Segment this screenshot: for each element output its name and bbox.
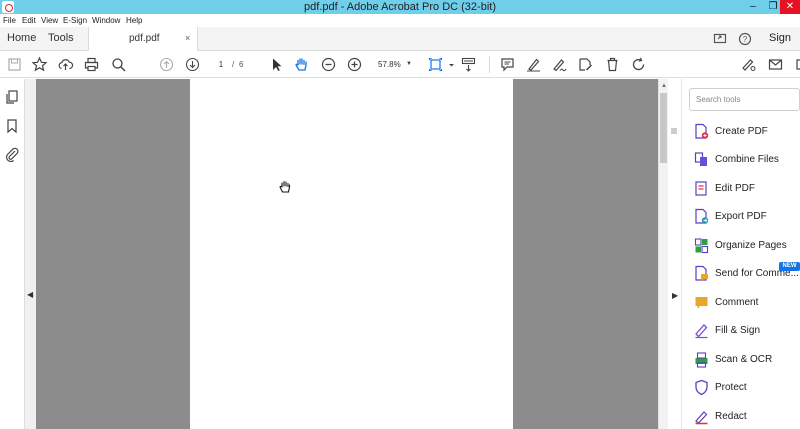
tool-redact[interactable]: Redact <box>690 405 800 429</box>
zoom-out-icon[interactable] <box>320 56 337 73</box>
page-total-count: 6 <box>239 60 244 69</box>
zoom-level-dropdown[interactable]: 57.8% ▼ <box>370 57 416 72</box>
delete-icon[interactable] <box>604 56 621 73</box>
document-tab-label: pdf.pdf <box>129 33 160 44</box>
highlight-pen-icon[interactable] <box>525 56 542 73</box>
tool-fill-sign[interactable]: Fill & Sign <box>690 319 800 343</box>
fill-sign-icon <box>694 322 709 339</box>
share-screen-icon[interactable] <box>713 32 727 46</box>
tool-export-pdf[interactable]: Export PDF <box>690 205 800 229</box>
more-tools-icon[interactable] <box>791 56 800 73</box>
send-for-comment-icon <box>694 265 709 282</box>
tab-home[interactable]: Home <box>7 27 36 50</box>
next-page-icon[interactable] <box>184 56 201 73</box>
chevron-down-icon: ▼ <box>406 61 412 67</box>
tool-label: Organize Pages <box>715 240 787 251</box>
print-icon[interactable] <box>83 56 100 73</box>
sign-pen-icon[interactable] <box>551 56 568 73</box>
tool-label: Fill & Sign <box>715 325 761 336</box>
export-pdf-icon <box>694 208 709 225</box>
tool-edit-pdf[interactable]: Edit PDF <box>690 177 800 201</box>
menu-view[interactable]: View <box>41 14 58 27</box>
pdf-page[interactable] <box>190 79 513 429</box>
tool-organize-pages[interactable]: Organize Pages <box>690 234 800 258</box>
fit-page-caret-icon[interactable] <box>443 56 454 73</box>
rotate-icon[interactable] <box>630 56 647 73</box>
attachments-icon[interactable] <box>4 146 20 163</box>
select-cursor-icon[interactable] <box>268 56 285 73</box>
save-icon[interactable] <box>6 56 23 73</box>
tool-scan-ocr[interactable]: Scan & OCR <box>690 348 800 372</box>
menu-esign[interactable]: E-Sign <box>63 14 87 27</box>
tool-label: Redact <box>715 411 747 422</box>
email-icon[interactable] <box>767 56 784 73</box>
comment-icon[interactable] <box>499 56 516 73</box>
tool-label: Export PDF <box>715 211 767 222</box>
collapse-right-arrow-icon[interactable]: ▶ <box>672 291 678 300</box>
right-pane-collapse-strip[interactable]: ▶ <box>668 79 682 429</box>
redact-icon <box>694 408 709 425</box>
svg-text:?: ? <box>743 35 748 44</box>
scrollbar-thumb[interactable] <box>660 93 667 163</box>
new-badge: NEW <box>779 262 800 271</box>
left-navigation-pane <box>0 79 25 429</box>
help-icon[interactable]: ? <box>738 32 752 46</box>
bookmark-star-icon[interactable] <box>31 56 48 73</box>
scan-ocr-icon <box>694 351 709 368</box>
bookmarks-icon[interactable] <box>4 118 20 134</box>
menu-window[interactable]: Window <box>92 14 120 27</box>
scroll-up-arrow-icon[interactable]: ▲ <box>660 83 668 89</box>
tab-document[interactable]: pdf.pdf × <box>88 27 198 51</box>
page-separator: / <box>232 60 235 69</box>
main-toolbar: / 6 57.8% ▼ <box>0 51 800 78</box>
grip-icon[interactable] <box>671 123 677 134</box>
menu-help[interactable]: Help <box>126 14 142 27</box>
tool-label: Edit PDF <box>715 183 756 194</box>
hand-cursor-icon <box>279 180 291 193</box>
fill-sign-toolbar-icon[interactable] <box>740 56 757 73</box>
tool-comment[interactable]: Comment <box>690 291 800 315</box>
collapse-left-arrow-icon[interactable]: ◀ <box>27 290 33 299</box>
document-tab-close-button[interactable]: × <box>185 27 190 50</box>
zoom-in-icon[interactable] <box>346 56 363 73</box>
menu-bar: File Edit View E-Sign Window Help <box>0 14 800 27</box>
menu-edit[interactable]: Edit <box>22 14 36 27</box>
organize-pages-icon <box>694 237 709 254</box>
toolbar-divider <box>489 56 490 73</box>
combine-files-icon <box>694 151 709 168</box>
tool-create-pdf[interactable]: Create PDF <box>690 120 800 144</box>
tool-combine-files[interactable]: Combine Files <box>690 148 800 172</box>
edit-text-icon[interactable] <box>577 56 594 73</box>
tool-protect[interactable]: Protect <box>690 376 800 400</box>
edit-pdf-icon <box>694 180 709 197</box>
fit-page-icon[interactable] <box>427 56 444 73</box>
tool-label: Combine Files <box>715 154 779 165</box>
tool-label: Create PDF <box>715 126 768 137</box>
close-window-button[interactable]: ✕ <box>780 0 800 14</box>
tool-label: Protect <box>715 382 747 393</box>
zoom-level-value: 57.8% <box>378 60 401 69</box>
comment-tool-icon <box>694 294 709 311</box>
left-panel-collapse-strip[interactable] <box>25 79 36 429</box>
tool-label: Comment <box>715 297 759 308</box>
cloud-upload-icon[interactable] <box>57 56 74 73</box>
search-zoom-icon[interactable] <box>110 56 127 73</box>
tab-tools[interactable]: Tools <box>48 27 74 50</box>
vertical-scrollbar[interactable]: ▲ <box>658 79 668 429</box>
search-tools-input[interactable] <box>689 88 800 111</box>
tab-bar: Home Tools pdf.pdf × ? Sign In <box>0 27 800 67</box>
title-bar: pdf.pdf - Adobe Acrobat Pro DC (32-bit) … <box>0 0 800 14</box>
previous-page-icon[interactable] <box>158 56 175 73</box>
page-thumbnails-icon[interactable] <box>4 89 20 105</box>
tool-label: Scan & OCR <box>715 354 773 365</box>
scroll-mode-icon[interactable] <box>460 56 477 73</box>
window-title: pdf.pdf - Adobe Acrobat Pro DC (32-bit) <box>304 1 496 13</box>
create-pdf-icon <box>694 123 709 140</box>
protect-icon <box>694 379 709 396</box>
page-number-input[interactable] <box>211 57 231 72</box>
menu-file[interactable]: File <box>3 14 16 27</box>
hand-tool-icon[interactable] <box>293 56 310 73</box>
minimize-button[interactable]: – <box>744 0 762 14</box>
